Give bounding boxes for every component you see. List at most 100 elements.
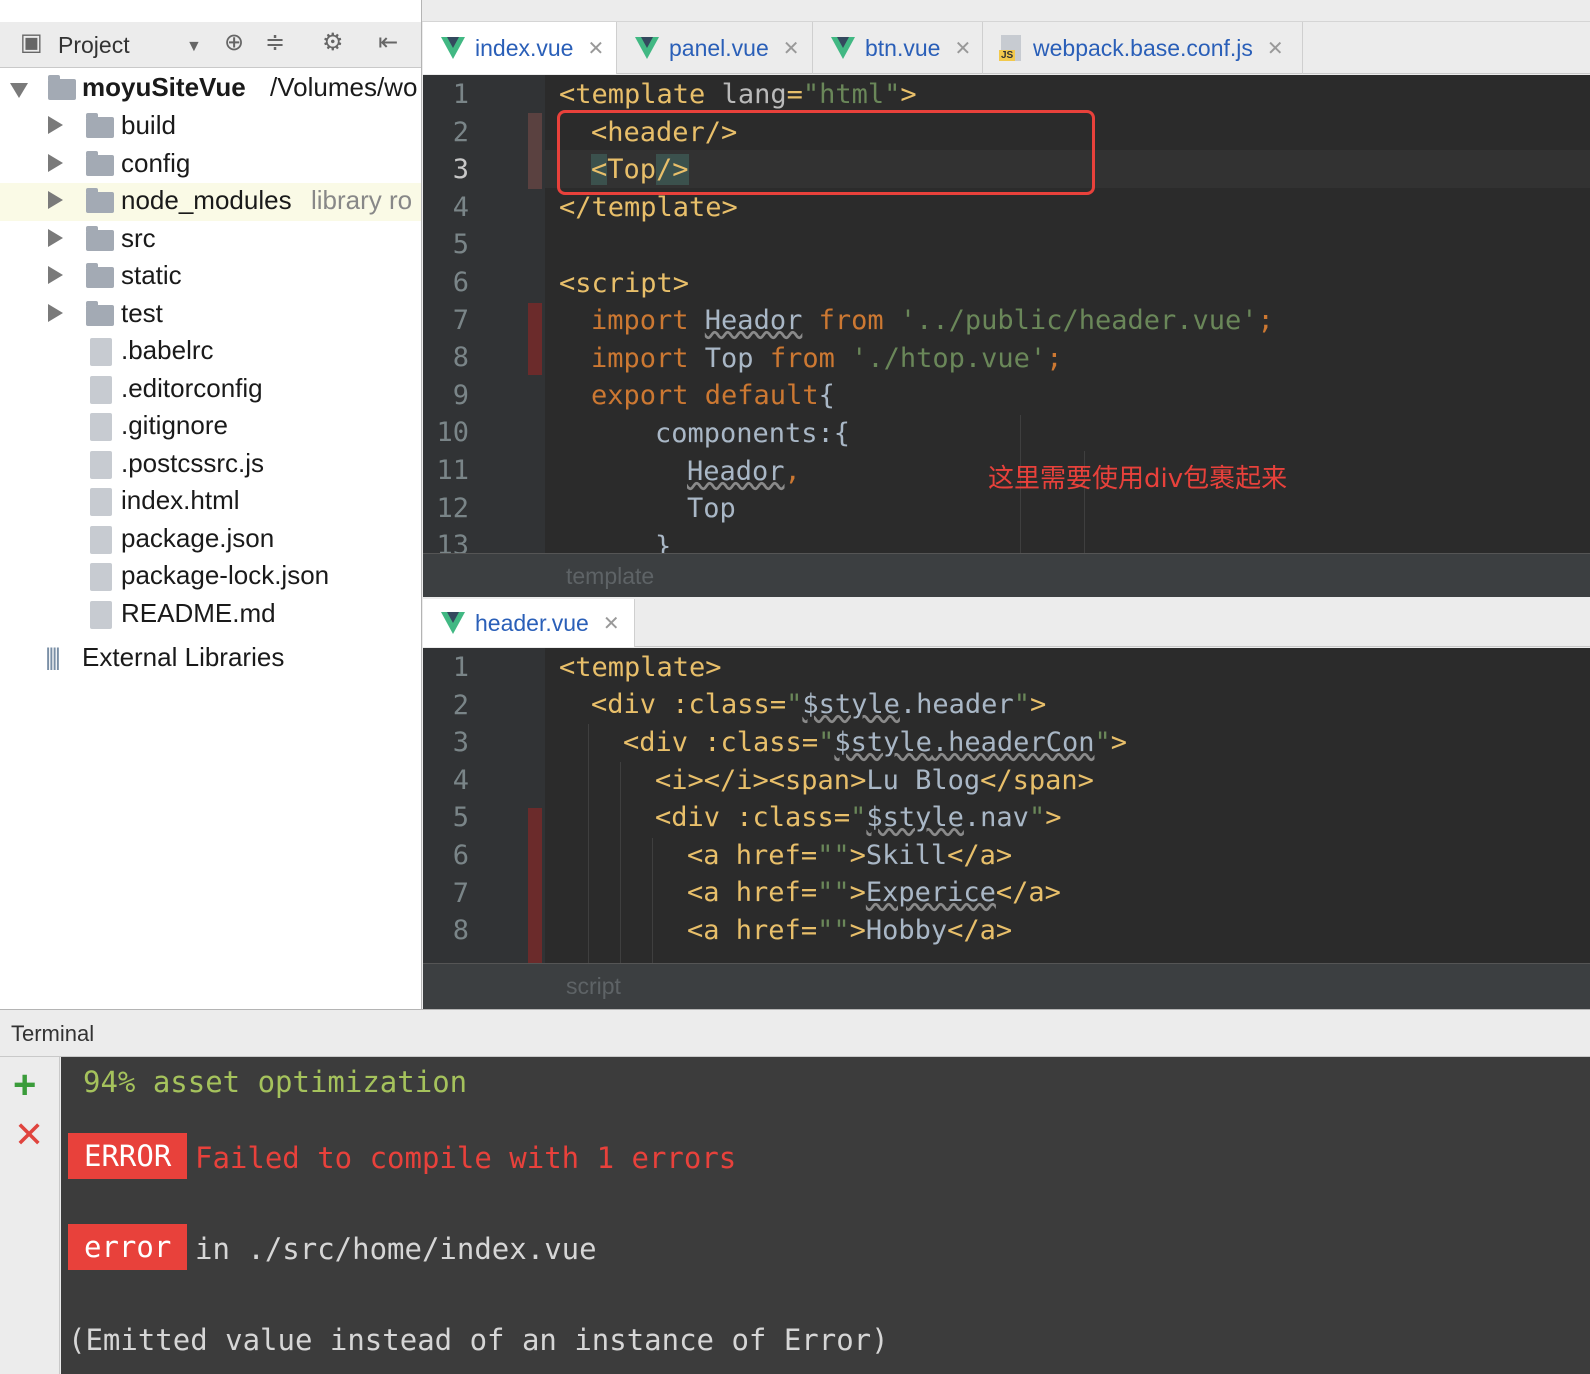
tree-item[interactable]: node_modules library ro — [0, 183, 421, 221]
folder-icon — [86, 225, 114, 251]
code-line-10: components:{ — [655, 418, 851, 449]
breadcrumb[interactable]: script — [423, 963, 1590, 1009]
expand-arrow-icon[interactable] — [10, 83, 28, 98]
folder-icon — [86, 188, 114, 213]
tree-item[interactable]: index.html — [0, 483, 421, 521]
tree-item-label: .editorconfig — [121, 372, 263, 403]
terminal-output[interactable]: 94% asset optimization ERROR Failed to c… — [61, 1057, 1590, 1374]
tree-item[interactable]: .editorconfig — [0, 371, 421, 409]
tree-item[interactable]: static — [0, 258, 421, 296]
indent-guide — [652, 838, 653, 963]
expand-arrow-icon[interactable] — [48, 191, 63, 209]
line-number: 1 — [452, 79, 469, 110]
tree-item-label: src — [121, 222, 156, 253]
code-line-8: <a href="">Hobby</a> — [687, 915, 1013, 946]
expand-arrow-icon[interactable] — [48, 116, 63, 134]
project-view-icon[interactable]: ▣ — [20, 28, 43, 58]
tree-item-label: package-lock.json — [121, 560, 330, 590]
close-session-icon[interactable]: ✕ — [14, 1115, 44, 1155]
tree-item-label: config — [121, 147, 191, 178]
tree-item-note: library ro — [311, 185, 413, 215]
expand-arrow-icon[interactable] — [48, 228, 63, 247]
terminal-error-location: in ./src/home/index.vue — [195, 1232, 597, 1266]
close-icon[interactable]: ✕ — [1267, 36, 1284, 61]
tree-item[interactable]: README.md — [0, 596, 421, 634]
close-icon[interactable]: ✕ — [954, 36, 971, 61]
tree-item-label: index.html — [121, 485, 240, 515]
line-number: 1 — [452, 652, 469, 683]
change-marker — [528, 113, 542, 189]
locate-icon[interactable]: ⊕ — [224, 28, 244, 58]
terminal-line: (Emitted value instead of an instance of… — [68, 1323, 889, 1357]
tree-item[interactable]: config — [0, 146, 421, 184]
tab-header-vue[interactable]: header.vue ✕ — [423, 599, 635, 647]
tab-label: btn.vue — [865, 34, 941, 61]
tree-item[interactable]: test — [0, 296, 421, 334]
tree-external-libraries[interactable]: |||| External Libraries — [0, 640, 421, 678]
code-line-2: <div :class="$style.header"> — [591, 689, 1047, 720]
code-line-11: Heador, — [687, 456, 801, 487]
expand-arrow-icon[interactable] — [48, 303, 63, 322]
chevron-down-icon[interactable]: ▼ — [186, 32, 202, 62]
line-number: 4 — [452, 191, 469, 223]
line-number: 7 — [452, 304, 469, 336]
root-path: /Volumes/wo — [270, 72, 418, 102]
code-line-6: <script> — [559, 268, 690, 299]
project-toolbar: ▣ Project ▼ ⊕ ≑ ⚙ ⇤ — [0, 22, 421, 68]
tab-label: index.vue — [475, 34, 574, 61]
tab-panel-vue[interactable]: panel.vue ✕ — [617, 22, 813, 74]
code-editor-header-vue[interactable]: 1 2 3 4 5 6 7 8 <template> <div :class="$style.… — [423, 648, 1590, 963]
tab-webpack-base-conf[interactable]: webpack.base.conf.js ✕ — [983, 22, 1303, 74]
terminal-title[interactable]: Terminal — [11, 1021, 94, 1047]
tree-root[interactable]: moyuSiteVue /Volumes/wo — [0, 70, 421, 108]
line-number: 9 — [452, 379, 469, 411]
tree-item[interactable]: src — [0, 221, 421, 259]
file-icon — [90, 488, 112, 516]
change-marker — [528, 303, 542, 375]
tree-item[interactable]: .gitignore — [0, 408, 421, 446]
line-number: 8 — [452, 342, 469, 374]
close-icon[interactable]: ✕ — [587, 36, 604, 61]
collapse-all-icon[interactable]: ≑ — [265, 28, 285, 58]
project-view-label[interactable]: Project — [58, 32, 130, 59]
breadcrumb-item[interactable]: script — [566, 973, 621, 1000]
line-number: 13 — [436, 530, 469, 553]
tree-item-label: .babelrc — [121, 335, 214, 365]
tree-item[interactable]: .postcssrc.js — [0, 446, 421, 484]
tree-item[interactable]: build — [0, 108, 421, 146]
vue-file-icon — [441, 612, 465, 634]
breadcrumb-item[interactable]: template — [566, 563, 654, 590]
breadcrumb[interactable]: template — [423, 553, 1590, 597]
file-icon — [90, 375, 112, 404]
file-icon — [90, 338, 112, 366]
code-line-12: Top — [687, 493, 736, 524]
gear-icon[interactable]: ⚙ — [322, 28, 344, 58]
annotation-box — [557, 110, 1095, 195]
tree-item-label: .postcssrc.js — [121, 447, 265, 478]
annotation-note: 这里需要使用div包裹起来 — [988, 464, 1288, 494]
root-name: moyuSiteVue — [82, 72, 246, 102]
close-icon[interactable]: ✕ — [603, 611, 620, 636]
expand-arrow-icon[interactable] — [48, 266, 63, 284]
js-file-icon — [999, 35, 1021, 61]
line-number: 5 — [452, 802, 469, 834]
file-icon — [90, 413, 112, 441]
project-sidebar: ▣ Project ▼ ⊕ ≑ ⚙ ⇤ moyuSiteVue /Volumes… — [0, 0, 422, 1009]
line-number: 3 — [452, 154, 469, 186]
tree-item[interactable]: package.json — [0, 521, 421, 559]
tree-item-label: package.json — [121, 522, 275, 553]
library-icon: |||| — [45, 644, 61, 671]
tab-index-vue[interactable]: index.vue ✕ — [423, 22, 617, 74]
close-icon[interactable]: ✕ — [783, 36, 800, 61]
terminal-header: Terminal — [0, 1009, 1590, 1057]
code-line-7: import Heador from '../public/header.vue… — [591, 305, 1274, 336]
tab-label: panel.vue — [669, 34, 769, 61]
hide-panel-icon[interactable]: ⇤ — [378, 28, 398, 58]
tree-item[interactable]: .babelrc — [0, 333, 421, 371]
code-line-8: import Top from './htop.vue'; — [591, 343, 1063, 374]
tree-item[interactable]: package-lock.json — [0, 558, 421, 596]
tab-btn-vue[interactable]: btn.vue ✕ — [813, 22, 983, 74]
file-icon — [90, 450, 112, 479]
expand-arrow-icon[interactable] — [48, 153, 63, 172]
new-session-icon[interactable]: + — [13, 1065, 36, 1105]
